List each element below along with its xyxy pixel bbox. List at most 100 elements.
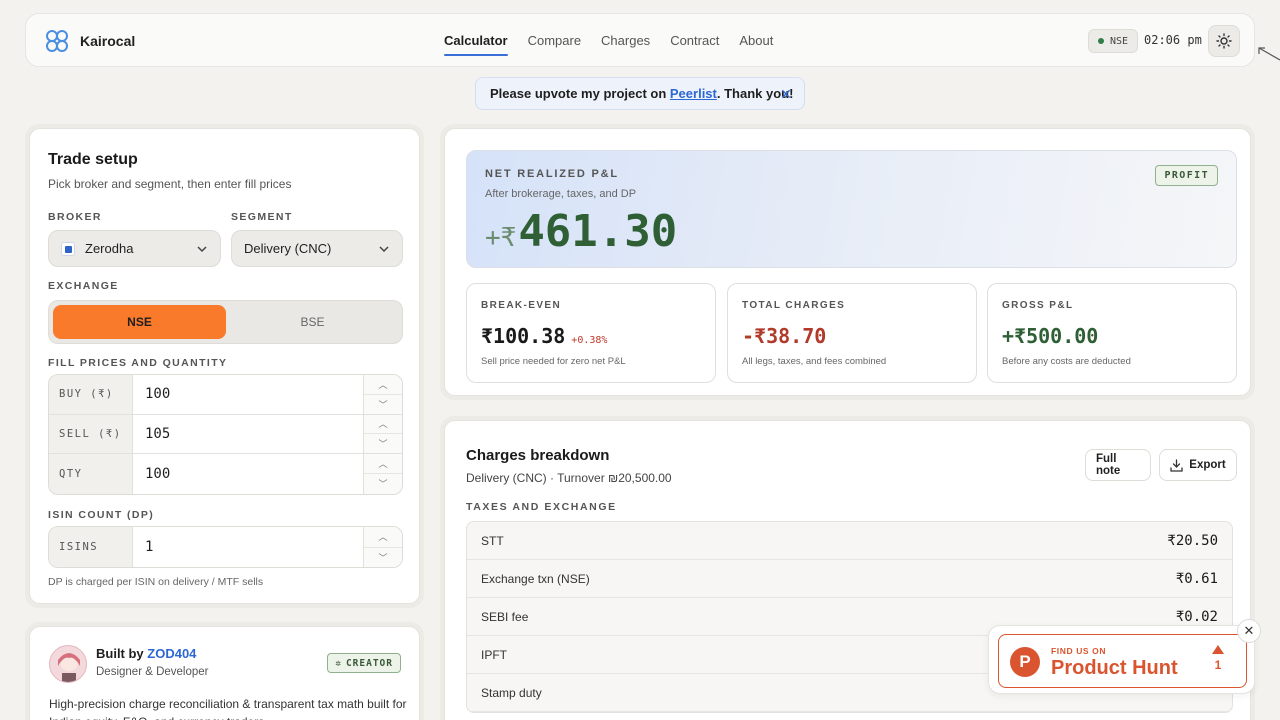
increment-icon[interactable]: ︿ — [364, 375, 402, 395]
sun-icon — [1216, 33, 1232, 49]
product-hunt-badge[interactable]: P FIND US ON Product Hunt 1 — [998, 634, 1247, 688]
stat-label: TOTAL CHARGES — [742, 300, 846, 311]
full-note-button[interactable]: Full note — [1085, 449, 1151, 481]
buy-price-input[interactable]: 100 — [133, 375, 364, 414]
close-icon[interactable]: ✕ — [1237, 619, 1261, 643]
gross-pnl-stat: GROSS P&L +₹500.00 Before any costs are … — [987, 283, 1237, 383]
sell-price-input[interactable]: 105 — [133, 414, 364, 453]
creator-badge: ✲ CREATOR — [327, 653, 401, 673]
pnl-panel: NET REALIZED P&L After brokerage, taxes,… — [440, 124, 1255, 400]
quantity-label: QTY — [49, 454, 133, 494]
stat-label: GROSS P&L — [1002, 300, 1074, 311]
export-button[interactable]: Export — [1159, 449, 1237, 481]
market-status-badge: NSE — [1088, 29, 1139, 53]
nav-charges[interactable]: Charges — [601, 14, 650, 68]
chevron-down-icon — [379, 246, 389, 253]
stat-note: Sell price needed for zero net P&L — [481, 356, 626, 367]
charge-amount: ₹0.02 — [1175, 608, 1218, 625]
brand[interactable]: Kairocal — [44, 28, 135, 54]
total-charges-stat: TOTAL CHARGES -₹38.70 All legs, taxes, a… — [727, 283, 977, 383]
broker-value: Zerodha — [85, 241, 134, 256]
net-pnl-subtitle: After brokerage, taxes, and DP — [485, 188, 637, 200]
decrement-icon[interactable]: ﹀ — [364, 474, 402, 493]
dp-hint: DP is charged per ISIN on delivery / MTF… — [48, 576, 264, 588]
charge-name: SEBI fee — [481, 609, 529, 624]
main-nav: Calculator Compare Charges Contract Abou… — [444, 14, 773, 68]
buy-price-stepper: ︿ ﹀ — [364, 375, 402, 414]
broker-select[interactable]: Zerodha — [48, 230, 221, 267]
theme-toggle-button[interactable] — [1208, 25, 1240, 57]
trade-setup-subtitle: Pick broker and segment, then enter fill… — [48, 177, 292, 191]
isin-count-label: ISIN COUNT (DP) — [48, 509, 155, 521]
net-pnl-label: NET REALIZED P&L — [485, 168, 619, 180]
stat-note: All legs, taxes, and fees combined — [742, 356, 887, 367]
exchange-bse-button[interactable]: BSE — [226, 305, 399, 339]
creator-badge-label: CREATOR — [345, 657, 393, 669]
creator-link[interactable]: ZOD404 — [147, 646, 196, 661]
quantity-stepper: ︿ ﹀ — [364, 454, 402, 494]
clock: 02:06 pm — [1144, 33, 1202, 47]
segment-label: SEGMENT — [231, 211, 293, 223]
increment-icon[interactable]: ︿ — [364, 527, 402, 548]
creator-prefix: Built by — [96, 646, 148, 661]
exchange-nse-button[interactable]: NSE — [53, 305, 226, 339]
product-hunt-tagline: FIND US ON — [1051, 646, 1107, 656]
net-pnl-amount: 461.30 — [518, 206, 678, 257]
break-even-delta: +0.38% — [571, 335, 608, 346]
creator-panel: Built by ZOD404 Designer & Developer ✲ C… — [25, 622, 424, 720]
trade-setup-title: Trade setup — [48, 151, 138, 168]
decrement-icon[interactable]: ﹀ — [364, 395, 402, 414]
decrement-icon[interactable]: ﹀ — [364, 548, 402, 568]
download-icon — [1170, 458, 1183, 472]
charge-name: Exchange txn (NSE) — [481, 571, 590, 586]
segment-value: Delivery (CNC) — [244, 241, 332, 256]
isin-input[interactable]: 1 — [133, 527, 364, 567]
upvote-count: 1 — [1214, 658, 1222, 672]
charge-name: STT — [481, 533, 504, 548]
stat-label: BREAK-EVEN — [481, 300, 562, 311]
pointer-arrow-icon — [1258, 47, 1280, 61]
increment-icon[interactable]: ︿ — [364, 415, 402, 435]
upvote-counter: 1 — [1210, 645, 1226, 672]
app-name: Kairocal — [80, 33, 136, 49]
peerlist-link[interactable]: Peerlist — [670, 86, 717, 101]
break-even-value: ₹100.38 — [481, 324, 566, 348]
trade-setup-panel: Trade setup Pick broker and segment, the… — [25, 124, 424, 608]
market-label: NSE — [1110, 35, 1129, 47]
banner-prefix: Please upvote my project on — [490, 86, 670, 101]
close-icon[interactable]: ✕ — [778, 86, 794, 102]
buy-price-label: BUY (₹) — [49, 375, 133, 414]
charge-name: Stamp duty — [481, 685, 542, 700]
upvote-banner: Please upvote my project on Peerlist . T… — [475, 77, 805, 110]
nav-contract[interactable]: Contract — [670, 14, 719, 68]
decrement-icon[interactable]: ﹀ — [364, 434, 402, 453]
isin-stepper: ︿ ﹀ — [364, 527, 402, 567]
increment-icon[interactable]: ︿ — [364, 454, 402, 475]
charge-amount: ₹20.50 — [1167, 532, 1218, 549]
isin-label: ISINS — [49, 527, 133, 567]
charges-title: Charges breakdown — [466, 447, 610, 464]
broker-label: BROKER — [48, 211, 102, 223]
chevron-down-icon — [197, 246, 207, 253]
market-open-dot — [1098, 38, 1104, 44]
top-navbar: Kairocal Calculator Compare Charges Cont… — [25, 13, 1255, 67]
export-label: Export — [1189, 459, 1226, 471]
creator-role: Designer & Developer — [96, 666, 209, 678]
zerodha-icon — [61, 241, 75, 256]
break-even-stat: BREAK-EVEN ₹100.38 +0.38% Sell price need… — [466, 283, 716, 383]
exchange-label: EXCHANGE — [48, 280, 119, 292]
fill-prices-group: BUY (₹) 100 ︿ ﹀ SELL (₹) 105 ︿ ﹀ QTY 100 — [48, 374, 403, 495]
table-row: Exchange txn (NSE) ₹0.61 — [467, 560, 1232, 598]
taxes-section-label: TAXES AND EXCHANGE — [466, 501, 617, 513]
nav-calculator[interactable]: Calculator — [444, 14, 508, 68]
segment-select[interactable]: Delivery (CNC) — [231, 230, 403, 267]
product-hunt-name: Product Hunt — [1051, 657, 1178, 679]
stat-note: Before any costs are deducted — [1002, 356, 1131, 367]
nav-about[interactable]: About — [739, 14, 773, 68]
creator-description: High-precision charge reconciliation & t… — [49, 697, 407, 720]
sparkle-icon: ✲ — [335, 657, 342, 669]
nav-compare[interactable]: Compare — [528, 14, 581, 68]
product-hunt-logo-icon: P — [1010, 647, 1040, 677]
quantity-input[interactable]: 100 — [133, 454, 364, 494]
logo-icon — [46, 30, 68, 52]
